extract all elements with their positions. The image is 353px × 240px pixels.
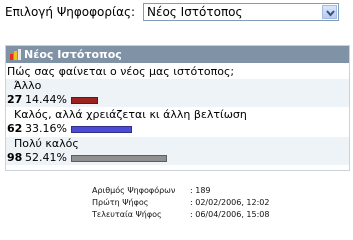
- stat-label: Πρώτη Ψήφος: [92, 198, 149, 207]
- option-result-row: 27 14.44%: [6, 93, 349, 107]
- option-percent: 14.44%: [25, 93, 67, 106]
- poll-stats: Αριθμός Ψηφοφόρων : 189 Πρώτη Ψήφος : 02…: [92, 186, 352, 222]
- poll-title: Νέος Ιστότοπος: [24, 48, 122, 61]
- result-bar: [71, 126, 132, 133]
- poll-selector: Επιλογή Ψηφοφορίας: Νέος Ιστότοπος: [0, 0, 353, 26]
- stat-label: Τελευταία Ψήφος: [92, 210, 162, 219]
- poll-select-value: Νέος Ιστότοπος: [147, 5, 243, 19]
- result-bar: [71, 155, 167, 162]
- chevron-down-icon[interactable]: [322, 5, 337, 19]
- poll-results-panel: Νέος Ιστότοπος Πώς σας φαίνεται ο νέος μ…: [5, 45, 350, 171]
- result-bar: [71, 97, 98, 104]
- stat-total-row: Αριθμός Ψηφοφόρων : 189: [92, 186, 352, 196]
- poll-select-dropdown[interactable]: Νέος Ιστότοπος: [143, 3, 339, 21]
- stat-value: : 189: [190, 186, 211, 195]
- option-percent: 52.41%: [25, 151, 67, 164]
- option-result-row: 62 33.16%: [6, 122, 349, 136]
- option-count: 27: [7, 93, 23, 106]
- stat-value: : 02/02/2006, 12:02: [190, 198, 270, 207]
- stat-value: : 06/04/2006, 15:08: [190, 210, 270, 219]
- stat-label: Αριθμός Ψηφοφόρων: [92, 186, 176, 195]
- stat-first-row: Πρώτη Ψήφος : 02/02/2006, 12:02: [92, 198, 352, 208]
- poll-header: Νέος Ιστότοπος: [6, 46, 349, 63]
- option-label-row: Άλλο: [6, 79, 349, 93]
- option-result-row: 98 52.41%: [6, 151, 349, 165]
- poll-question: Πώς σας φαίνεται ο νέος μας ιστότοπος;: [7, 65, 235, 78]
- option-percent: 33.16%: [25, 122, 67, 135]
- option-label-row: Καλός, αλλά χρειάζεται κι άλλη βελτίωση: [6, 108, 349, 122]
- poll-selector-label: Επιλογή Ψηφοφορίας:: [5, 5, 136, 19]
- poll-question-row: Πώς σας φαίνεται ο νέος μας ιστότοπος;: [6, 65, 349, 79]
- option-count: 98: [7, 151, 23, 164]
- option-label: Άλλο: [14, 79, 42, 92]
- option-count: 62: [7, 122, 23, 135]
- option-label: Πολύ καλός: [14, 137, 79, 150]
- bar-chart-icon: [10, 49, 21, 60]
- stat-last-row: Τελευταία Ψήφος : 06/04/2006, 15:08: [92, 210, 352, 220]
- option-label: Καλός, αλλά χρειάζεται κι άλλη βελτίωση: [14, 108, 247, 121]
- option-label-row: Πολύ καλός: [6, 137, 349, 151]
